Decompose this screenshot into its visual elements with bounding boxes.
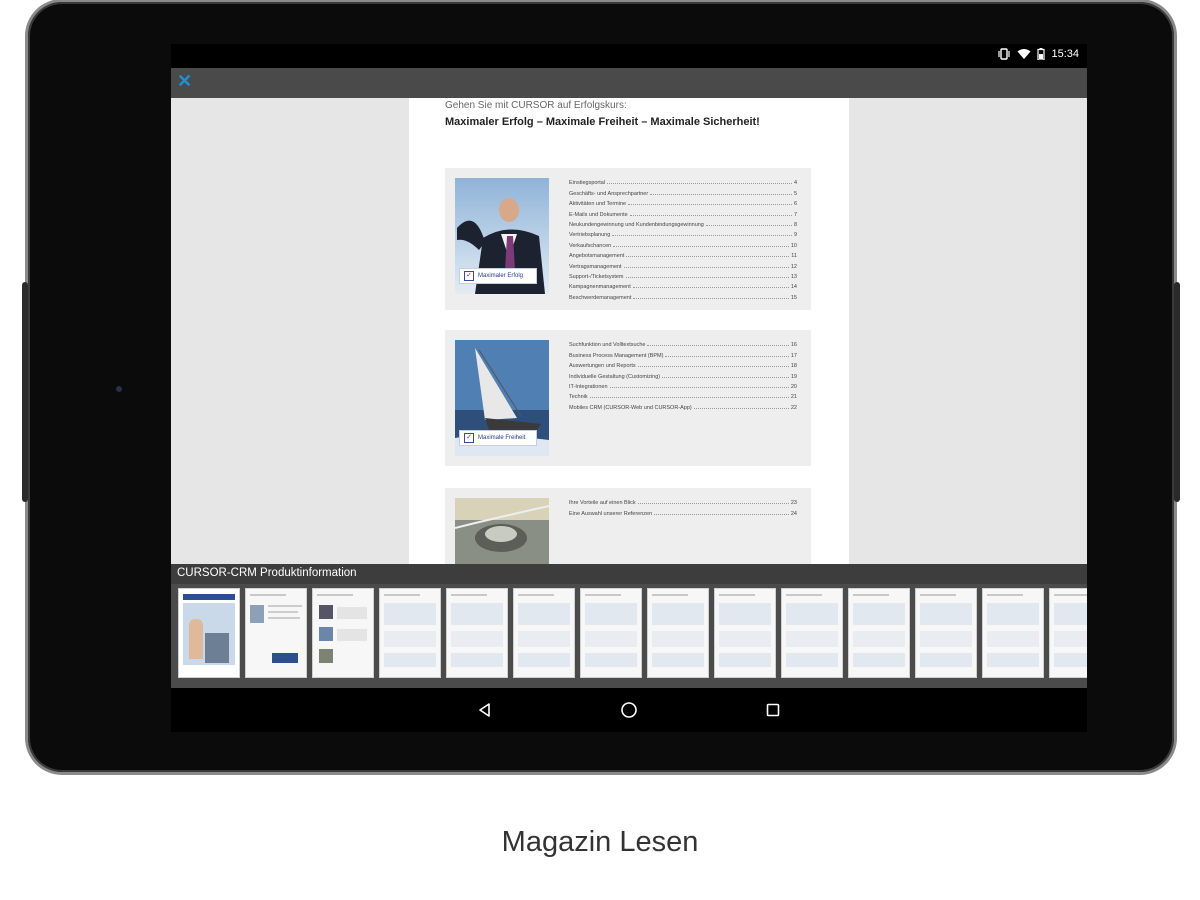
toc-entry[interactable]: Individuelle Gestaltung (Customizing) 19 (569, 369, 797, 380)
toc-entry[interactable]: Suchfunktion und Volltextsuche 16 (569, 338, 797, 348)
caption: Magazin Lesen (501, 826, 699, 858)
toc-entry[interactable]: Neukundengewinnung und Kundenbindungsgew… (569, 218, 797, 228)
page-kicker: Gehen Sie mit CURSOR auf Erfolgskurs: (445, 100, 627, 111)
page-thumbnail-4[interactable] (379, 588, 441, 678)
toc-entry[interactable]: Technik 21 (569, 390, 797, 400)
status-bar: 15:34 (171, 44, 1087, 68)
wifi-icon (1017, 49, 1031, 59)
page-thumbnail-3[interactable] (312, 588, 374, 678)
android-nav-bar (171, 688, 1087, 732)
toc-list-3: Ihre Vorteile auf einen Blick 23 Eine Aus… (569, 496, 797, 517)
close-icon[interactable]: ✕ (177, 71, 192, 92)
page-title: Maximaler Erfolg – Maximale Freiheit – M… (445, 116, 760, 128)
toc-section-2: ✓ Maximale Freiheit Suchfunktion und Vol… (445, 330, 811, 466)
page-thumbnail-1[interactable] (178, 588, 240, 678)
vibrate-icon (998, 48, 1011, 60)
toc-entry[interactable]: Kampagnenmanagement 14 (569, 280, 797, 290)
toc-entry[interactable]: Einstiegsportal 4 (569, 176, 797, 186)
toc-entry[interactable]: Beschwerdemanagement 15 (569, 290, 797, 301)
page-thumbnail-6[interactable] (513, 588, 575, 678)
toc-entry[interactable]: Eine Auswahl unserer Referenzen 24 (569, 506, 797, 517)
page-thumbnail-9[interactable] (714, 588, 776, 678)
checkbox-icon: ✓ (464, 271, 474, 281)
back-button[interactable] (473, 698, 497, 722)
page-thumbnail-5[interactable] (446, 588, 508, 678)
home-icon (621, 702, 637, 718)
tablet-side-button-right (1174, 282, 1180, 502)
toc-entry[interactable]: Vertragsmanagement 12 (569, 259, 797, 270)
page-thumbnail-7[interactable] (580, 588, 642, 678)
tablet-frame: 15:34 ✕ Gehen Sie mit CURSOR auf Erfolgs… (22, 2, 1180, 772)
page-thumbnail-8[interactable] (647, 588, 709, 678)
page-thumbnail-14[interactable] (1049, 588, 1087, 678)
toc-entry[interactable]: Aktivitäten und Termine 6 (569, 197, 797, 207)
section-photo-winch (455, 498, 549, 568)
recents-icon (766, 703, 780, 717)
thumbnail-strip[interactable] (171, 584, 1087, 688)
toc-entry[interactable]: Business Process Management (BPM) 17 (569, 348, 797, 359)
toc-entry[interactable]: Geschäfts- und Ansprechpartner 5 (569, 186, 797, 197)
document-viewer[interactable]: Gehen Sie mit CURSOR auf Erfolgskurs: Ma… (171, 98, 1087, 568)
viewer-toolbar: ✕ (171, 68, 1087, 98)
toc-entry[interactable]: Mobiles CRM (CURSOR-Web und CURSOR-App) 2… (569, 400, 797, 411)
toc-section-3: Ihre Vorteile auf einen Blick 23 Eine Aus… (445, 488, 811, 568)
toc-entry[interactable]: Auswertungen und Reports 18 (569, 359, 797, 369)
page-thumbnail-2[interactable] (245, 588, 307, 678)
toc-entry[interactable]: Support-/Ticketsystem 13 (569, 270, 797, 280)
magazine-title: CURSOR-CRM Produktinformation (177, 567, 357, 579)
recents-button[interactable] (761, 698, 785, 722)
section-photo-sailboat: ✓ Maximale Freiheit (455, 340, 549, 456)
toc-list-2: Suchfunktion und Volltextsuche 16 Busines… (569, 338, 797, 411)
battery-icon (1037, 48, 1046, 60)
status-time: 15:34 (1051, 48, 1079, 60)
toc-list-1: Einstiegsportal 4 Geschäfts- und Ansprech… (569, 176, 797, 301)
back-icon (479, 703, 490, 717)
section-badge: ✓ Maximale Freiheit (459, 430, 537, 446)
page-thumbnail-10[interactable] (781, 588, 843, 678)
section-badge: ✓ Maximaler Erfolg (459, 268, 537, 284)
checkbox-icon: ✓ (464, 433, 474, 443)
thumbnail-strip-header: CURSOR-CRM Produktinformation (171, 564, 1087, 584)
home-button[interactable] (617, 698, 641, 722)
toc-entry[interactable]: IT-Integrationen 20 (569, 380, 797, 390)
toc-entry[interactable]: Ihre Vorteile auf einen Blick 23 (569, 496, 797, 506)
page-thumbnail-12[interactable] (915, 588, 977, 678)
page-thumbnail-11[interactable] (848, 588, 910, 678)
tablet-side-button-left (22, 282, 28, 502)
toc-entry[interactable]: E-Mails und Dokumente 7 (569, 207, 797, 218)
device-screen: 15:34 ✕ Gehen Sie mit CURSOR auf Erfolgs… (171, 44, 1087, 732)
section-photo-businessman: ✓ Maximaler Erfolg (455, 178, 549, 294)
toc-entry[interactable]: Angebotsmanagement 11 (569, 249, 797, 259)
toc-section-1: ✓ Maximaler Erfolg Einstiegsportal 4 Gesc… (445, 168, 811, 310)
document-page[interactable]: Gehen Sie mit CURSOR auf Erfolgskurs: Ma… (409, 98, 849, 568)
page-thumbnail-13[interactable] (982, 588, 1044, 678)
toc-entry[interactable]: Vertriebsplanung 9 (569, 228, 797, 238)
toc-entry[interactable]: Verkaufschancen 10 (569, 238, 797, 249)
front-camera (116, 386, 122, 392)
